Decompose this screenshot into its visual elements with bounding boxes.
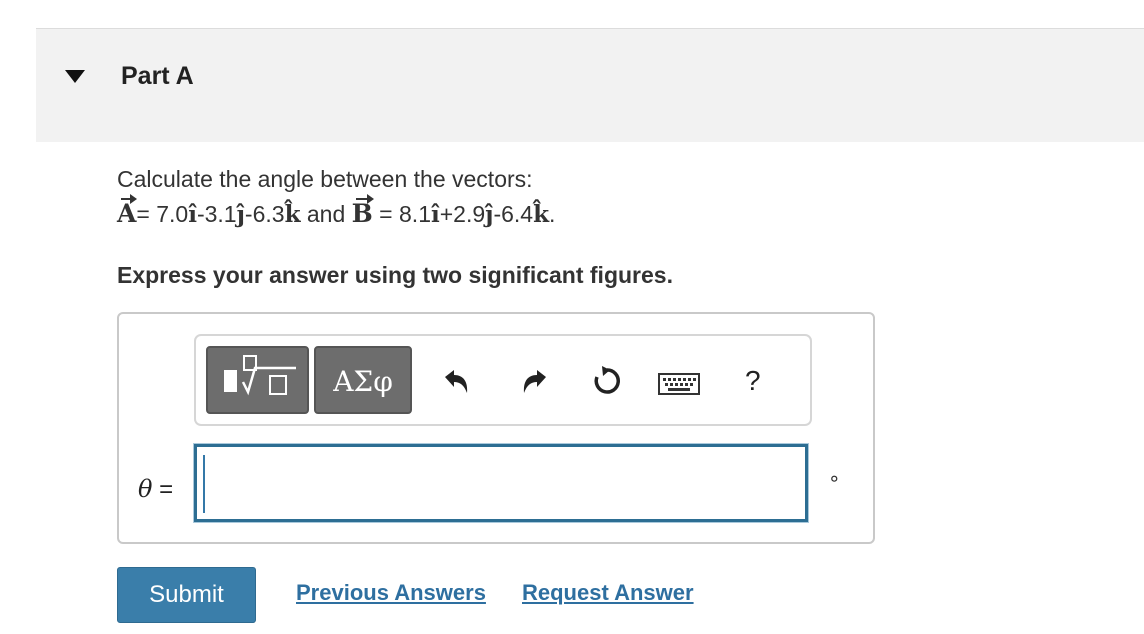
unit-i-icon: ı̂ bbox=[430, 201, 440, 228]
vector-a-z: -6.3 bbox=[244, 201, 285, 227]
templates-button[interactable] bbox=[206, 346, 309, 414]
redo-icon[interactable] bbox=[520, 367, 550, 397]
connector-text: and bbox=[300, 201, 352, 227]
help-icon[interactable]: ? bbox=[745, 365, 761, 397]
answer-input[interactable] bbox=[194, 444, 808, 522]
symbols-button[interactable]: ΑΣφ bbox=[314, 346, 412, 414]
degree-unit: ∘ bbox=[828, 468, 841, 490]
equals-sign: = bbox=[159, 476, 174, 503]
vector-equation: A= 7.0ı̂-3.1ȷ̂-6.3k̂ and B = 8.1ı̂+2.9ȷ̂… bbox=[117, 194, 556, 228]
reset-icon[interactable] bbox=[590, 364, 624, 398]
question-text: Calculate the angle between the vectors: bbox=[117, 166, 533, 192]
unit-k-icon: k̂ bbox=[533, 201, 550, 228]
unit-i-icon: ı̂ bbox=[188, 201, 197, 228]
vector-b-symbol: B bbox=[351, 194, 374, 228]
submit-button[interactable]: Submit bbox=[117, 567, 256, 623]
vector-a-x: = 7.0 bbox=[136, 201, 189, 227]
request-answer-link[interactable]: Request Answer bbox=[522, 580, 694, 606]
previous-answers-link[interactable]: Previous Answers bbox=[296, 580, 486, 606]
templates-icon bbox=[224, 355, 296, 396]
vector-a-y: -3.1 bbox=[196, 201, 237, 227]
instruction-text: Express your answer using two significan… bbox=[117, 262, 673, 288]
vector-b-z: -6.4 bbox=[493, 201, 534, 227]
answer-label: θ = bbox=[138, 475, 173, 504]
undo-icon[interactable] bbox=[441, 367, 471, 397]
part-title: Part A bbox=[121, 62, 194, 90]
symbols-label: ΑΣφ bbox=[333, 365, 393, 398]
keyboard-icon[interactable] bbox=[658, 372, 700, 396]
equation-end: . bbox=[549, 201, 556, 227]
text-cursor bbox=[203, 455, 205, 513]
vector-a-symbol: A bbox=[117, 194, 138, 228]
part-header[interactable] bbox=[36, 29, 1144, 142]
collapse-caret-icon[interactable] bbox=[65, 70, 85, 83]
vector-b-x: = 8.1 bbox=[372, 201, 431, 227]
unit-k-icon: k̂ bbox=[284, 201, 301, 228]
unit-j-icon: ȷ̂ bbox=[236, 201, 245, 228]
theta-symbol: θ bbox=[138, 475, 153, 503]
vector-b-y: +2.9 bbox=[439, 201, 486, 227]
